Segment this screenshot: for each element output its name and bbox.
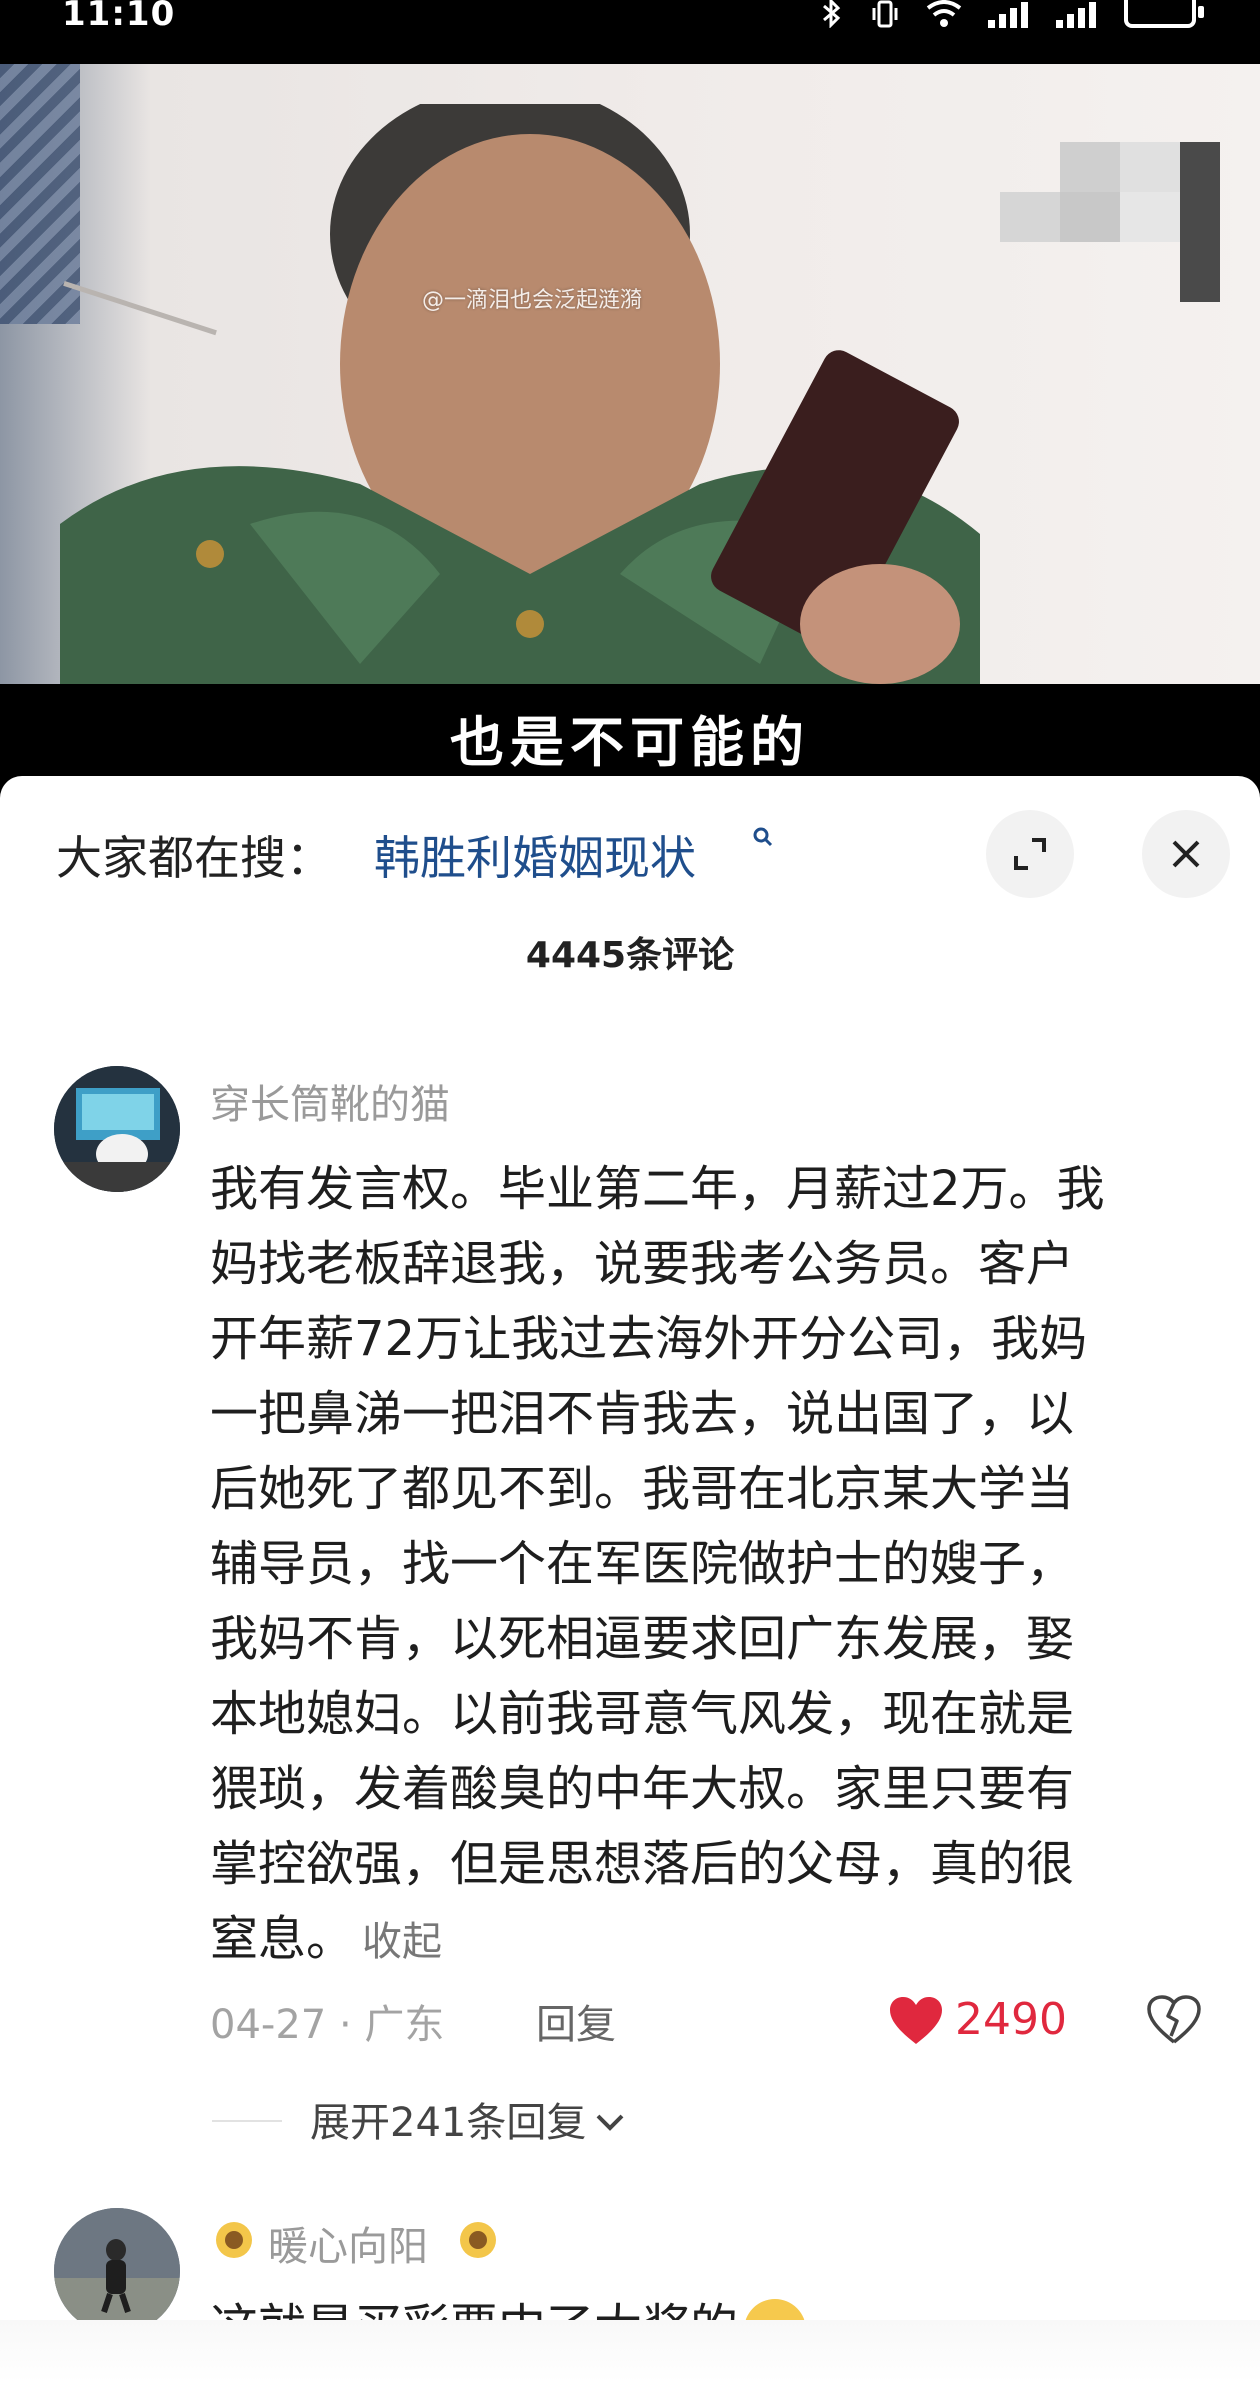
bottom-bar xyxy=(0,2320,1260,2382)
vibrate-icon xyxy=(870,0,900,28)
close-button[interactable] xyxy=(1142,810,1230,898)
avatar[interactable] xyxy=(54,1066,180,1192)
comment-last-line: 窒息。 收起 xyxy=(210,1902,1210,1980)
search-icon xyxy=(753,827,773,847)
person-in-video xyxy=(60,104,980,684)
heart-icon[interactable] xyxy=(888,1996,944,2046)
chevron-down-icon xyxy=(596,2114,624,2131)
trending-search-link[interactable]: 韩胜利婚姻现状 xyxy=(374,822,696,888)
sunflower-icon xyxy=(216,2222,252,2258)
comment-line: 掌控欲强，但是思想落后的父母，真的很 xyxy=(210,1836,1075,1892)
comment-line: 开年薪72万让我过去海外开分公司，我妈 xyxy=(210,1311,1088,1367)
reply-button[interactable]: 回复 xyxy=(536,1992,616,2050)
comment-line: 窒息。 xyxy=(210,1911,355,1967)
divider-line xyxy=(212,2120,282,2122)
video-player[interactable]: @一滴泪也会泛起涟漪 xyxy=(0,64,1260,684)
comment-line: 猥琐，发着酸臭的中年大叔。家里只要有 xyxy=(210,1761,1075,1817)
video-watermark: @一滴泪也会泛起涟漪 xyxy=(422,288,643,313)
comment-line: 妈找老板辞退我，说要我考公务员。客户 xyxy=(210,1236,1075,1292)
signal-icon-1 xyxy=(988,2,1032,28)
comment-count: 4445条评论 xyxy=(525,935,735,976)
comment-line: 一把鼻涕一把泪不肯我去，说出国了，以 xyxy=(210,1386,1075,1442)
pixelated-watermark xyxy=(1000,82,1220,342)
bluetooth-icon xyxy=(816,0,846,29)
expand-replies-button[interactable]: 展开241条回复 xyxy=(310,2090,628,2148)
dislike-icon[interactable] xyxy=(1146,1994,1202,2046)
collapse-link[interactable]: 收起 xyxy=(362,1919,442,1965)
comment-line: 我妈不肯，以死相逼要求回广东发展，娶 xyxy=(210,1611,1075,1667)
signal-icon-2 xyxy=(1056,2,1100,28)
comment-line: 我有发言权。毕业第二年，月薪过2万。我 xyxy=(210,1161,1105,1217)
comment-username[interactable]: 穿长筒靴的猫 xyxy=(210,1072,450,1130)
avatar[interactable] xyxy=(54,2208,180,2334)
expand-icon xyxy=(1014,838,1046,870)
comment-username[interactable]: 暖心向阳 xyxy=(268,2214,428,2272)
battery-icon xyxy=(1124,0,1204,28)
comment-text: 我有发言权。毕业第二年，月薪过2万。我 妈找老板辞退我，说要我考公务员。客户 开… xyxy=(210,1152,1210,1980)
expand-button[interactable] xyxy=(986,810,1074,898)
expand-replies-label: 展开241条回复 xyxy=(310,2100,587,2146)
status-icons xyxy=(816,0,1204,29)
sunflower-icon xyxy=(460,2222,496,2258)
close-icon xyxy=(1172,840,1200,868)
subtitle-bar: 也是不可能的 xyxy=(0,684,1260,784)
comment-line: 辅导员，找一个在军医院做护士的嫂子， xyxy=(210,1536,1075,1592)
video-subtitle: 也是不可能的 xyxy=(450,710,810,774)
wifi-icon xyxy=(924,0,964,28)
trending-search-label: 大家都在搜： xyxy=(56,831,332,885)
comment-date-location: 04-27 · 广东 xyxy=(210,2002,445,2048)
like-count: 2490 xyxy=(955,1994,1067,2045)
status-time: 11:10 xyxy=(62,0,176,34)
comment-line: 后她死了都见不到。我哥在北京某大学当 xyxy=(210,1461,1075,1517)
comment-line: 本地媳妇。以前我哥意气风发，现在就是 xyxy=(210,1686,1075,1742)
status-bar: 11:10 xyxy=(0,0,1260,64)
